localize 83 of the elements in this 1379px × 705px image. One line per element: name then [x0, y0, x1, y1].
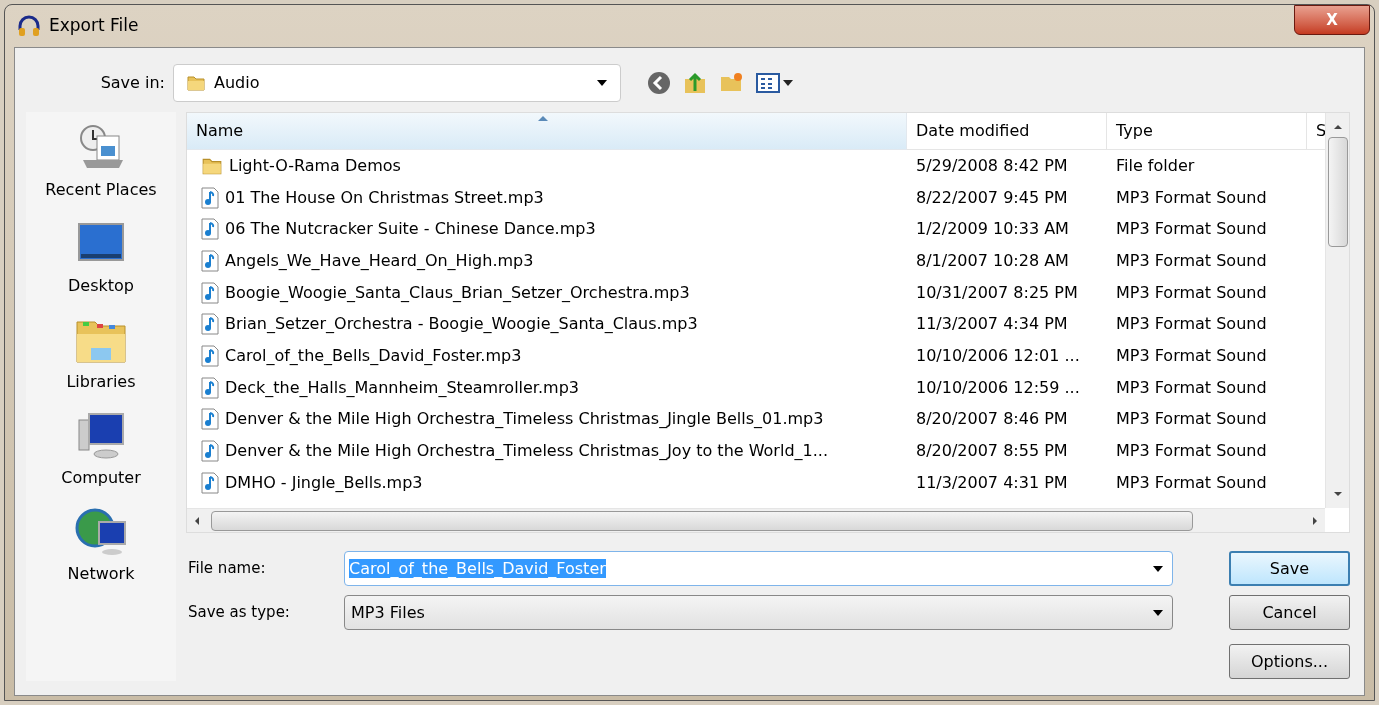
place-item[interactable]: Computer: [61, 408, 141, 488]
type-cell-text: MP3 Format Sound: [1115, 313, 1268, 336]
music-note-file-icon: [201, 186, 219, 209]
music-note-file-icon: [201, 440, 219, 463]
sort-caret-icon: [537, 115, 549, 121]
date-cell-text: 11/3/2007 4:31 PM: [915, 471, 1069, 494]
file-row[interactable]: Denver & the Mile High Orchestra_Timeless Christmas_Jingle Bells_01.mp3 8/20/2007 8:46 PM MP3 Format Sound: [187, 403, 1325, 436]
headphones-icon: [17, 14, 41, 38]
music-note-file-icon: [201, 408, 219, 431]
file-name: Angels_We_Have_Heard_On_High.mp3: [225, 249, 534, 272]
date-cell-text: 10/31/2007 8:25 PM: [915, 281, 1079, 304]
file-name-label: File name:: [187, 558, 267, 580]
music-note-file-icon: [201, 218, 219, 241]
file-name: Denver & the Mile High Orchestra_Timeless Christmas_Jingle Bells_01.mp3: [225, 408, 824, 431]
dialog-button[interactable]: Save: [1229, 551, 1350, 586]
type-cell-text: File folder: [1115, 154, 1196, 177]
column-header[interactable]: Date modified: [907, 113, 1107, 150]
date-cell-text: 11/3/2007 4:34 PM: [915, 313, 1069, 336]
music-note-file-icon: [201, 471, 219, 494]
column-header[interactable]: Type: [1107, 113, 1307, 150]
scroll-thumb[interactable]: [1327, 137, 1348, 247]
place-item[interactable]: Desktop: [68, 216, 134, 296]
place-item[interactable]: Recent Places: [45, 120, 157, 200]
file-row[interactable]: Carol_of_the_Bells_David_Foster.mp3 10/10/2006 12:01 ... MP3 Format Sound: [187, 340, 1325, 372]
music-note-file-icon: [201, 281, 219, 304]
dialog-button[interactable]: Options...: [1229, 644, 1350, 679]
music-note-file-icon: [201, 376, 219, 399]
dropdown-arrow-icon: [1152, 608, 1164, 617]
file-row[interactable]: 01 The House On Christmas Street.mp3 8/22/2007 9:45 PM MP3 Format Sound: [187, 181, 1325, 214]
type-cell-text: MP3 Format Sound: [1115, 440, 1268, 463]
file-name: Brian_Setzer_Orchestra - Boogie_Woogie_Santa_Claus.mp3: [225, 313, 698, 336]
file-row[interactable]: 06 The Nutcracker Suite - Chinese Dance.mp3 1/2/2009 10:33 AM MP3 Format Sound: [187, 213, 1325, 246]
file-row[interactable]: Angels_We_Have_Heard_On_High.mp3 8/1/2007 10:28 AM MP3 Format Sound: [187, 245, 1325, 277]
save-in-label: Save in:: [99, 72, 166, 94]
date-cell-text: 1/2/2009 10:33 AM: [915, 218, 1070, 241]
file-row[interactable]: Boogie_Woogie_Santa_Claus_Brian_Setzer_Orchestra.mp3 10/31/2007 8:25 PM MP3 Format Sound: [187, 276, 1325, 309]
horizontal-scrollbar[interactable]: [187, 508, 1325, 532]
column-header[interactable]: Name: [187, 113, 907, 150]
date-cell-text: 8/20/2007 8:55 PM: [915, 440, 1069, 463]
window-title: Export File: [49, 14, 139, 38]
type-cell-text: MP3 Format Sound: [1115, 218, 1268, 241]
file-row[interactable]: DMHO - Jingle_Bells.mp3 11/3/2007 4:31 PM MP3 Format Sound: [187, 466, 1325, 499]
music-note-file-icon: [201, 344, 219, 367]
place-item[interactable]: Libraries: [66, 312, 136, 392]
view-menu-icon[interactable]: [755, 71, 795, 95]
scroll-thumb[interactable]: [211, 510, 1193, 531]
folder-up-arrow-icon[interactable]: [683, 71, 707, 95]
dropdown-arrow-icon: [1152, 564, 1164, 573]
date-cell-text: 8/1/2007 10:28 AM: [915, 249, 1070, 272]
file-name: Denver & the Mile High Orchestra_Timeless Christmas_Joy to the World_1...: [225, 440, 828, 463]
type-cell-text: MP3 Format Sound: [1115, 186, 1268, 209]
file-name: DMHO - Jingle_Bells.mp3: [225, 471, 423, 494]
file-name: Carol_of_the_Bells_David_Foster.mp3: [225, 344, 522, 367]
file-name: Boogie_Woogie_Santa_Claus_Brian_Setzer_Orchestra.mp3: [225, 281, 690, 304]
save-as-type-label: Save as type:: [187, 602, 291, 624]
date-cell-text: 10/10/2006 12:59 ...: [915, 376, 1081, 399]
file-row[interactable]: Brian_Setzer_Orchestra - Boogie_Woogie_Santa_Claus.mp3 11/3/2007 4:34 PM MP3 Format Sound: [187, 308, 1325, 341]
vertical-scrollbar[interactable]: [1325, 113, 1349, 508]
file-name: Deck_the_Halls_Mannheim_Steamroller.mp3: [225, 376, 579, 399]
type-cell-text: MP3 Format Sound: [1115, 376, 1268, 399]
file-row[interactable]: Light-O-Rama Demos 5/29/2008 8:42 PM File folder: [187, 150, 1325, 182]
music-note-file-icon: [201, 313, 219, 336]
type-cell-text: MP3 Format Sound: [1115, 249, 1268, 272]
place-item[interactable]: Network: [67, 504, 135, 584]
music-note-file-icon: [201, 249, 219, 272]
dropdown-arrow-icon: [596, 79, 608, 87]
file-row[interactable]: Deck_the_Halls_Mannheim_Steamroller.mp3 10/10/2006 12:59 ... MP3 Format Sound: [187, 371, 1325, 404]
date-cell-text: 8/22/2007 9:45 PM: [915, 186, 1069, 209]
type-cell-text: MP3 Format Sound: [1115, 281, 1268, 304]
date-cell-text: 10/10/2006 12:01 ...: [915, 344, 1081, 367]
file-name: 01 The House On Christmas Street.mp3: [225, 186, 544, 209]
date-cell-text: 8/20/2007 8:46 PM: [915, 408, 1069, 431]
file-name: Light-O-Rama Demos: [229, 154, 401, 177]
type-cell-text: MP3 Format Sound: [1115, 471, 1268, 494]
file-row[interactable]: Denver & the Mile High Orchestra_Timeless Christmas_Joy to the World_1... 8/20/2007 8:55 PM MP3 Format Sound: [187, 435, 1325, 467]
folder-icon: [186, 73, 206, 93]
dialog-button[interactable]: Cancel: [1229, 595, 1350, 630]
type-cell-text: MP3 Format Sound: [1115, 344, 1268, 367]
save-in-dropdown[interactable]: Audio: [173, 64, 621, 102]
save-as-type-dropdown[interactable]: MP3 Files: [344, 595, 1173, 630]
file-name: 06 The Nutcracker Suite - Chinese Dance.mp3: [225, 218, 596, 241]
type-cell-text: MP3 Format Sound: [1115, 408, 1268, 431]
date-cell-text: 5/29/2008 8:42 PM: [915, 154, 1069, 177]
